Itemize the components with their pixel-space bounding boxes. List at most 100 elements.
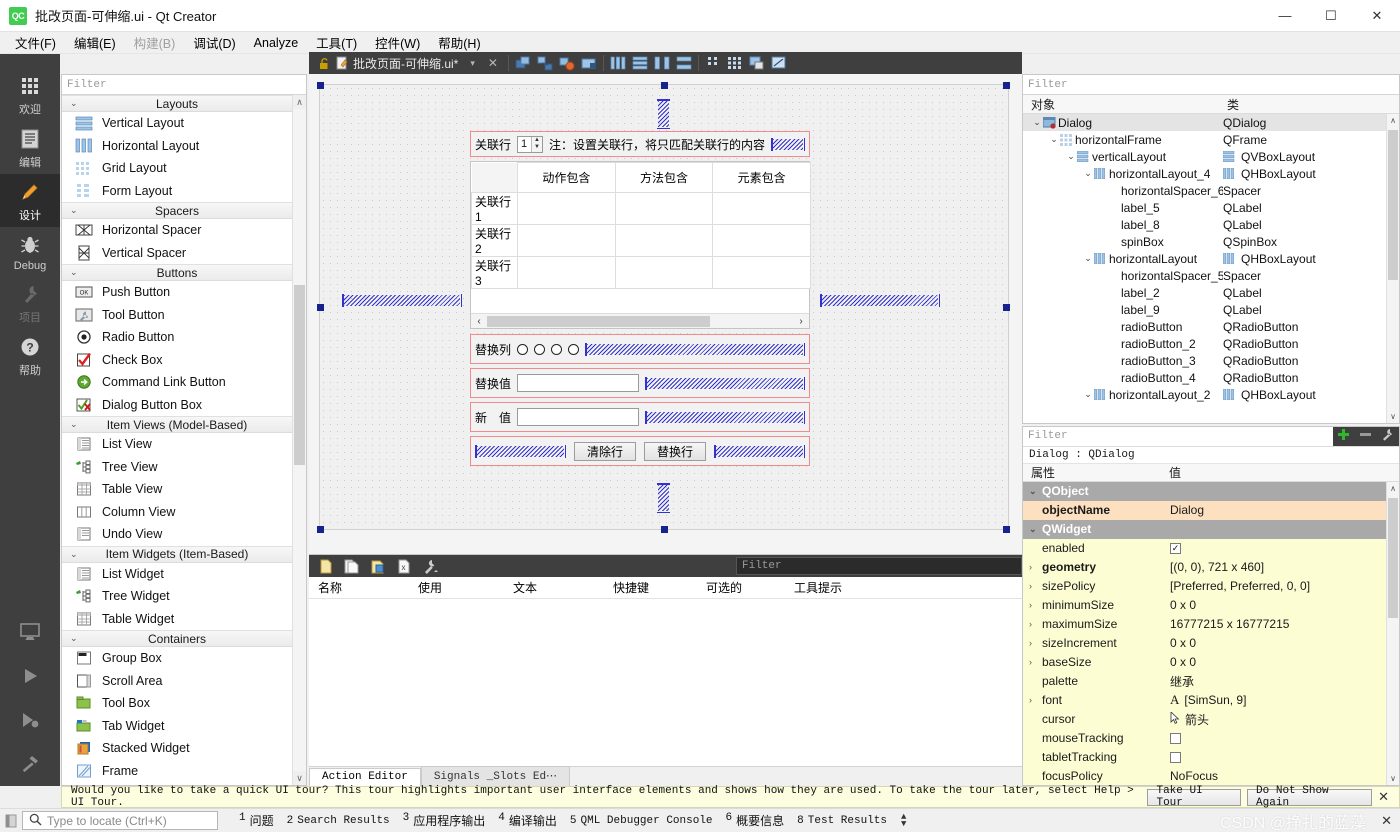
form-row-replace-value[interactable]: 替换值 <box>470 368 810 398</box>
widget-item-grid-layout[interactable]: Grid Layout <box>62 157 292 180</box>
widget-item-table-widget[interactable]: Table Widget <box>62 608 292 631</box>
selection-handle-bm[interactable] <box>661 526 668 533</box>
edit-widgets-icon[interactable] <box>512 53 534 73</box>
scrollbar-track[interactable] <box>487 315 793 328</box>
tree-row-label-5[interactable]: label_5 QLabel <box>1023 199 1399 216</box>
twisty-collapsed-icon[interactable]: › <box>1029 581 1042 591</box>
horizontal-spacer-right[interactable] <box>820 294 940 307</box>
widget-category-buttons[interactable]: ⌄ Buttons <box>62 264 292 281</box>
output-pane-test-results[interactable]: 8 Test Results <box>792 815 892 827</box>
twisty-collapsed-icon[interactable]: › <box>1029 657 1042 667</box>
col-shortcut[interactable]: 快捷键 <box>604 579 697 596</box>
col-checkable[interactable]: 可选的 <box>697 579 785 596</box>
property-row-geometry[interactable]: › geometry [(0, 0), 721 x 460] <box>1023 558 1399 577</box>
plus-icon[interactable] <box>1337 428 1350 444</box>
layout-form-icon[interactable] <box>702 53 724 73</box>
mode-edit[interactable]: 编辑 <box>0 121 60 174</box>
col-tooltip[interactable]: 工具提示 <box>785 579 1022 596</box>
property-row-enabled[interactable]: enabled ✓ <box>1023 539 1399 558</box>
close-button[interactable]: ✕ <box>1354 0 1400 32</box>
mode-welcome[interactable]: 欢迎 <box>0 68 60 121</box>
property-value[interactable]: 0 x 0 <box>1170 636 1196 650</box>
twisty-expanded-icon[interactable]: ⌄ <box>1082 389 1094 400</box>
tree-row-label-2[interactable]: label_2 QLabel <box>1023 284 1399 301</box>
table-cell[interactable] <box>518 257 616 289</box>
widget-item-stacked-widget[interactable]: Stacked Widget <box>62 737 292 760</box>
scrollbar-thumb[interactable] <box>1388 498 1398 618</box>
spinbox-arrows-icon[interactable]: ▲ ▼ <box>531 137 542 152</box>
tree-row-horizontalspacer-6[interactable]: horizontalSpacer_6 Spacer <box>1023 182 1399 199</box>
twisty-collapsed-icon[interactable]: › <box>1029 600 1042 610</box>
form-row-replace-column[interactable]: 替换列 <box>470 334 810 364</box>
build-hammer-icon[interactable] <box>0 742 60 786</box>
widget-item-radio-button[interactable]: Radio Button <box>62 326 292 349</box>
scroll-up-icon[interactable]: ∧ <box>1387 114 1399 127</box>
col-class[interactable]: 类 <box>1223 96 1399 113</box>
table-widget[interactable]: 动作包含 方法包含 元素包含 关联行1 关联行2 <box>470 161 810 329</box>
property-group-qwidget[interactable]: ⌄ QWidget <box>1023 520 1399 539</box>
property-row-minimumsize[interactable]: › minimumSize 0 x 0 <box>1023 596 1399 615</box>
widget-item-table-view[interactable]: Table View <box>62 478 292 501</box>
selection-handle-mr[interactable] <box>1003 304 1010 311</box>
run-icon[interactable] <box>0 654 60 698</box>
twisty-expanded-icon[interactable]: ⌄ <box>1029 524 1042 535</box>
col-object[interactable]: 对象 <box>1023 96 1223 113</box>
menu-widgets[interactable]: 控件(W) <box>366 31 429 54</box>
minimize-button[interactable]: — <box>1262 0 1308 32</box>
property-value[interactable]: Dialog <box>1170 503 1204 517</box>
widget-item-push-button[interactable]: OK Push Button <box>62 281 292 304</box>
output-pane-general-messages[interactable]: 6 概要信息 <box>721 812 790 829</box>
property-value[interactable]: 0 x 0 <box>1170 655 1196 669</box>
break-layout-icon[interactable] <box>746 53 768 73</box>
property-value[interactable]: 继承 <box>1170 673 1194 690</box>
widget-category-layouts[interactable]: ⌄ Layouts <box>62 95 292 112</box>
widget-item-undo-view[interactable]: Undo View <box>62 523 292 546</box>
twisty-collapsed-icon[interactable]: › <box>1029 562 1042 572</box>
new-action-icon[interactable] <box>315 556 337 576</box>
widget-item-frame[interactable]: Frame <box>62 760 292 783</box>
property-row-basesize[interactable]: › baseSize 0 x 0 <box>1023 653 1399 672</box>
property-editor-filter[interactable]: Filter <box>1023 427 1333 446</box>
menu-build[interactable]: 构建(B) <box>125 31 185 54</box>
property-row-tablettracking[interactable]: tabletTracking <box>1023 748 1399 767</box>
unlocked-icon[interactable] <box>315 57 333 70</box>
property-row-mousetracking[interactable]: mouseTracking <box>1023 729 1399 748</box>
menu-analyze[interactable]: Analyze <box>245 34 307 52</box>
tree-row-horizontallayout-4[interactable]: ⌄ horizontalLayout_4 QHBoxLayout <box>1023 165 1399 182</box>
output-pane-more-icon[interactable]: ▲ ▼ <box>895 814 912 828</box>
widget-item-tree-view[interactable]: Tree View <box>62 456 292 479</box>
chevron-down-icon[interactable]: ▾ <box>464 58 481 69</box>
menu-tools[interactable]: 工具(T) <box>307 31 366 54</box>
radio-button-1[interactable] <box>517 344 528 355</box>
widget-item-vertical-spacer[interactable]: Vertical Spacer <box>62 242 292 265</box>
scroll-down-icon[interactable]: ∨ <box>1387 772 1399 785</box>
mode-projects[interactable]: 项目 <box>0 276 60 329</box>
property-row-maximumsize[interactable]: › maximumSize 16777215 x 16777215 <box>1023 615 1399 634</box>
widget-category-item-views[interactable]: ⌄ Item Views (Model-Based) <box>62 416 292 433</box>
action-editor-list[interactable] <box>309 599 1022 766</box>
horizontal-spacer-note-row[interactable] <box>771 138 805 151</box>
twisty-collapsed-icon[interactable]: › <box>1029 695 1042 705</box>
widget-item-column-view[interactable]: Column View <box>62 501 292 524</box>
twisty-expanded-icon[interactable]: ⌄ <box>1048 134 1060 145</box>
twisty-collapsed-icon[interactable]: › <box>1029 638 1042 648</box>
scroll-down-icon[interactable]: ∨ <box>293 771 306 785</box>
tree-row-horizontallayout-2[interactable]: ⌄ horizontalLayout_2 QHBoxLayout <box>1023 386 1399 403</box>
checkbox-checked-icon[interactable]: ✓ <box>1170 543 1181 554</box>
twisty-expanded-icon[interactable]: ⌄ <box>1031 117 1043 128</box>
table-cell[interactable] <box>615 257 713 289</box>
col-name[interactable]: 名称 <box>309 579 409 596</box>
wrench-icon[interactable] <box>1381 428 1395 444</box>
checkbox-empty-icon[interactable] <box>1170 752 1181 763</box>
widget-item-tool-box[interactable]: Tool Box <box>62 692 292 715</box>
twisty-collapsed-icon[interactable]: › <box>1029 619 1042 629</box>
tree-row-radiobutton[interactable]: radioButton QRadioButton <box>1023 318 1399 335</box>
vertical-spacer-bottom[interactable] <box>657 483 670 513</box>
widget-item-check-box[interactable]: Check Box <box>62 349 292 372</box>
property-value[interactable]: [SimSun, 9] <box>1184 693 1246 707</box>
property-row-objectname[interactable]: objectName Dialog <box>1023 501 1399 520</box>
monitor-icon[interactable] <box>0 610 60 654</box>
tree-row-horizontallayout[interactable]: ⌄ horizontalLayout QHBoxLayout <box>1023 250 1399 267</box>
output-pane-search-results[interactable]: 2 Search Results <box>282 815 395 827</box>
widget-category-spacers[interactable]: ⌄ Spacers <box>62 202 292 219</box>
